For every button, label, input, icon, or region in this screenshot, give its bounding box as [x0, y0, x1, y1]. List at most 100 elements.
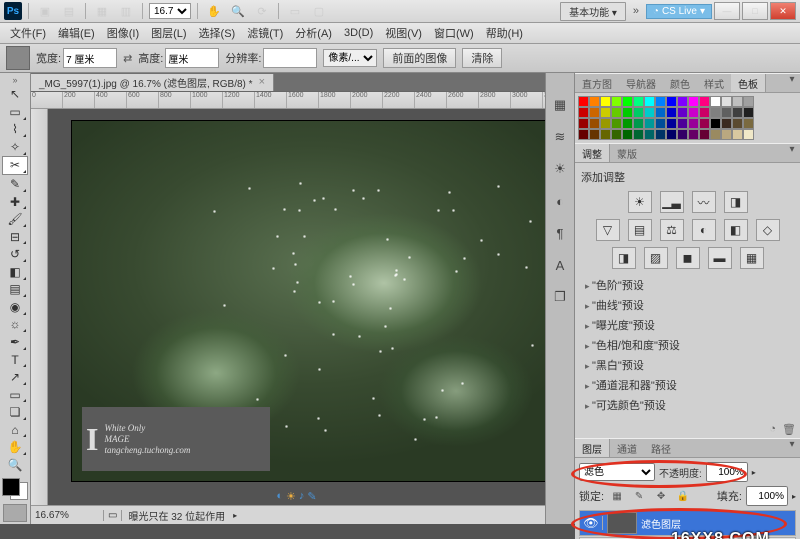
- swatch[interactable]: [721, 96, 732, 107]
- swatch[interactable]: [578, 129, 589, 140]
- adj-thresh-icon[interactable]: ◼: [676, 247, 700, 269]
- crop-res-input[interactable]: [263, 48, 317, 68]
- tool-eraser[interactable]: ◧: [3, 263, 27, 281]
- quickmask-icon[interactable]: [3, 504, 27, 522]
- front-image-button[interactable]: 前面的图像: [383, 48, 456, 68]
- swatch[interactable]: [743, 107, 754, 118]
- tool-heal[interactable]: ✚: [3, 193, 27, 211]
- swatch[interactable]: [578, 118, 589, 129]
- swatch[interactable]: [633, 129, 644, 140]
- swatch[interactable]: [710, 107, 721, 118]
- tab-masks[interactable]: 蒙版: [610, 144, 644, 162]
- tab-channels[interactable]: 通道: [610, 439, 644, 457]
- panel-menu-icon[interactable]: ▾: [784, 439, 800, 457]
- layers-toggle[interactable]: ❐: [549, 287, 571, 307]
- tab-adjustments[interactable]: 调整: [575, 144, 610, 162]
- swatch[interactable]: [633, 118, 644, 129]
- collapse-icon[interactable]: »: [3, 75, 27, 86]
- swatch[interactable]: [688, 129, 699, 140]
- lock-all-icon[interactable]: 🔒: [674, 487, 692, 505]
- res-unit-select[interactable]: 像素/...: [323, 49, 377, 67]
- tool-path[interactable]: ↗: [3, 368, 27, 386]
- swatch[interactable]: [611, 107, 622, 118]
- minibridge-icon[interactable]: ▤: [59, 2, 79, 20]
- fg-bg-colors[interactable]: [2, 478, 28, 501]
- preset-item[interactable]: "黑白"预设: [581, 355, 794, 375]
- tab-layers[interactable]: 图层: [575, 439, 610, 457]
- menu-analysis[interactable]: 分析(A): [289, 23, 338, 43]
- swatch[interactable]: [721, 118, 732, 129]
- tool-hand[interactable]: ✋: [3, 438, 27, 456]
- menu-layer[interactable]: 图层(L): [145, 23, 192, 43]
- adj-invert-icon[interactable]: ◨: [612, 247, 636, 269]
- paragraph-toggle[interactable]: ¶: [549, 223, 571, 243]
- swatch[interactable]: [710, 129, 721, 140]
- swatch[interactable]: [732, 118, 743, 129]
- adj-exposure-icon[interactable]: ◨: [724, 191, 748, 213]
- mask-toggle[interactable]: ◐: [549, 191, 571, 211]
- menu-edit[interactable]: 编辑(E): [52, 23, 101, 43]
- swatch[interactable]: [688, 118, 699, 129]
- swatch[interactable]: [600, 129, 611, 140]
- swatch[interactable]: [578, 96, 589, 107]
- swatch[interactable]: [589, 96, 600, 107]
- preset-item[interactable]: "可选颜色"预设: [581, 395, 794, 415]
- crop-height-input[interactable]: [165, 48, 219, 68]
- swatch[interactable]: [644, 96, 655, 107]
- tab-color[interactable]: 颜色: [663, 74, 697, 92]
- tab-styles[interactable]: 样式: [697, 74, 731, 92]
- swatch[interactable]: [721, 129, 732, 140]
- cloud-icon[interactable]: ☀: [286, 490, 296, 503]
- swatch[interactable]: [677, 96, 688, 107]
- swatch[interactable]: [732, 96, 743, 107]
- swatch[interactable]: [743, 96, 754, 107]
- document-tab[interactable]: _MG_5997(1).jpg @ 16.7% (滤色图层, RGB/8) * …: [31, 74, 274, 91]
- swatch[interactable]: [611, 118, 622, 129]
- opacity-input[interactable]: [706, 462, 748, 482]
- hand-icon[interactable]: ✋: [204, 2, 224, 20]
- cslive-button[interactable]: ◔ CS Live ▾: [646, 4, 712, 19]
- tool-crop[interactable]: ✂: [2, 156, 28, 176]
- workspace-switcher[interactable]: 基本功能 ▾: [560, 2, 626, 21]
- swatch[interactable]: [644, 118, 655, 129]
- swatch[interactable]: [688, 107, 699, 118]
- tool-shape[interactable]: ▭: [3, 386, 27, 404]
- tab-swatches[interactable]: 色板: [731, 74, 766, 92]
- menu-3d[interactable]: 3D(D): [338, 25, 379, 41]
- swatch[interactable]: [688, 96, 699, 107]
- swatch[interactable]: [622, 96, 633, 107]
- tool-stamp[interactable]: ⊟: [3, 228, 27, 246]
- adj-hue-icon[interactable]: ▤: [628, 219, 652, 241]
- adj-brightness-icon[interactable]: ☀: [628, 191, 652, 213]
- preset-item[interactable]: "曝光度"预设: [581, 315, 794, 335]
- swatch[interactable]: [699, 118, 710, 129]
- adj-balance-icon[interactable]: ⚖: [660, 219, 684, 241]
- adj-poster-icon[interactable]: ▨: [644, 247, 668, 269]
- guides-icon[interactable]: ▥: [116, 2, 136, 20]
- canvas-viewport[interactable]: I White Only MAGE tangcheng.tuchong.com …: [48, 109, 545, 505]
- swatch[interactable]: [655, 96, 666, 107]
- swatch[interactable]: [710, 96, 721, 107]
- menu-view[interactable]: 视图(V): [379, 23, 428, 43]
- swatch[interactable]: [611, 129, 622, 140]
- extras-icon[interactable]: ▦: [92, 2, 112, 20]
- tool-3d[interactable]: ❏: [3, 403, 27, 421]
- menu-file[interactable]: 文件(F): [4, 23, 52, 43]
- swatch[interactable]: [710, 118, 721, 129]
- adj-clip-icon[interactable]: ◔: [769, 423, 776, 436]
- swatch[interactable]: [644, 129, 655, 140]
- minimize-button[interactable]: —: [714, 2, 740, 20]
- swatch[interactable]: [600, 96, 611, 107]
- close-button[interactable]: ✕: [770, 2, 796, 20]
- swatch[interactable]: [666, 118, 677, 129]
- fill-arrow-icon[interactable]: ▸: [792, 492, 796, 501]
- zoom-field[interactable]: 16.67%: [31, 510, 104, 521]
- clear-button[interactable]: 清除: [462, 48, 502, 68]
- maximize-button[interactable]: □: [742, 2, 768, 20]
- tool-history[interactable]: ↺: [3, 245, 27, 263]
- swatch[interactable]: [600, 118, 611, 129]
- tool-pen[interactable]: ✒: [3, 333, 27, 351]
- char-toggle[interactable]: A: [549, 255, 571, 275]
- adj-mixer-icon[interactable]: ◇: [756, 219, 780, 241]
- swatch[interactable]: [666, 96, 677, 107]
